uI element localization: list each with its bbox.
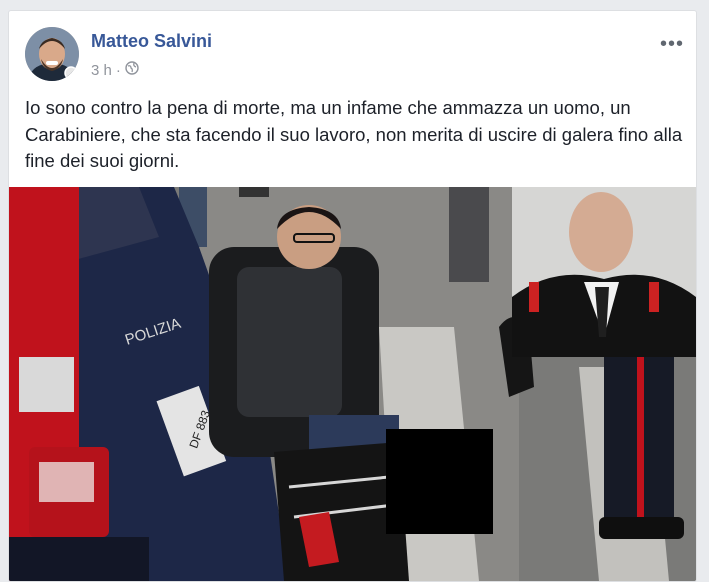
- post-text: Io sono contro la pena di morte, ma un i…: [25, 97, 683, 171]
- timestamp[interactable]: 3 h: [91, 62, 112, 79]
- avatar[interactable]: [25, 27, 79, 81]
- photo-illustration: POLIZIA DF 883: [9, 187, 696, 581]
- post-photo[interactable]: POLIZIA DF 883: [9, 187, 696, 581]
- globe-icon: [125, 61, 139, 79]
- more-options-icon[interactable]: •••: [660, 33, 684, 56]
- avatar-image: [25, 27, 79, 81]
- post-card: Matteo Salvini 3 h · ••• Io sono contro …: [8, 10, 697, 582]
- meta-separator: ·: [115, 61, 121, 79]
- post-meta: 3 h ·: [91, 61, 139, 79]
- author-name[interactable]: Matteo Salvini: [91, 31, 212, 52]
